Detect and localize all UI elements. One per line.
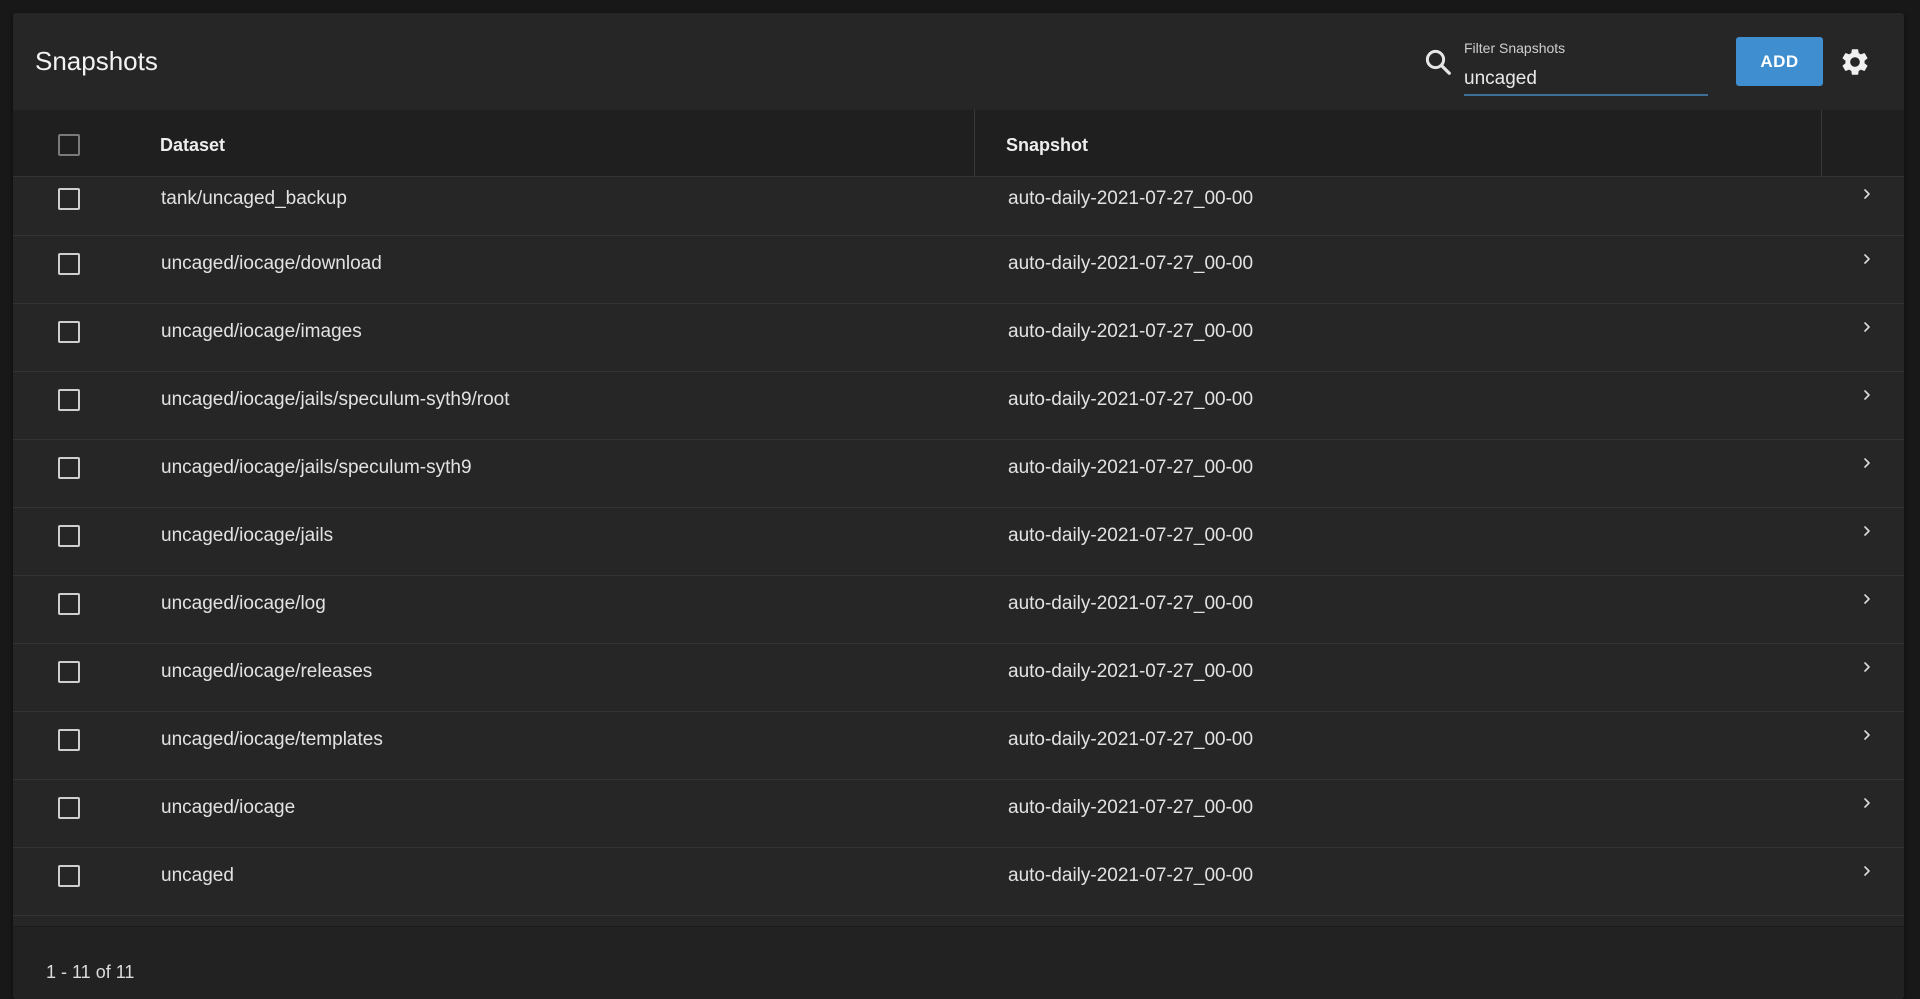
snapshot-cell: auto-daily-2021-07-27_00-00 [1008,865,1254,886]
page-title: Snapshots [35,46,158,76]
dataset-cell: uncaged/iocage/images [161,321,362,342]
dataset-cell: uncaged/iocage/jails/speculum-syth9 [161,457,472,478]
row-checkbox[interactable] [58,797,80,819]
table-row[interactable]: tank/uncaged_backup auto-daily-2021-07-27… [13,177,1904,236]
filter-label: Filter Snapshots [1464,40,1566,56]
chevron-right-icon[interactable] [1859,795,1875,811]
table-header: Dataset Snapshot [13,110,1904,177]
snapshot-cell: auto-daily-2021-07-27_00-00 [1008,389,1254,410]
chevron-right-icon[interactable] [1859,727,1875,743]
column-divider [1821,110,1822,176]
row-checkbox[interactable] [58,188,80,210]
row-checkbox[interactable] [58,321,80,343]
row-checkbox[interactable] [58,593,80,615]
filter-field: Filter Snapshots [1464,27,1708,96]
chevron-right-icon[interactable] [1859,186,1875,202]
row-checkbox[interactable] [58,253,80,275]
dataset-cell: uncaged/iocage/download [161,253,382,274]
row-checkbox[interactable] [58,729,80,751]
table-row[interactable]: uncaged/iocage/jails/speculum-syth9 auto-… [13,440,1904,508]
snapshot-cell: auto-daily-2021-07-27_00-00 [1008,797,1254,818]
row-checkbox[interactable] [58,457,80,479]
column-header-snapshot[interactable]: Snapshot [1006,135,1088,156]
snapshot-cell: auto-daily-2021-07-27_00-00 [1008,729,1254,750]
row-checkbox[interactable] [58,661,80,683]
dataset-cell: uncaged/iocage/jails [161,525,334,546]
select-all-checkbox[interactable] [58,134,80,156]
add-button[interactable]: ADD [1736,37,1823,86]
table-row[interactable]: uncaged/iocage/jails/speculum-syth9/root… [13,372,1904,440]
paginator-range: 1 - 11 of 11 [46,962,135,982]
gear-icon[interactable] [1839,46,1871,78]
dataset-cell: uncaged/iocage/log [161,593,326,614]
search-icon [1425,49,1451,75]
chevron-right-icon[interactable] [1859,523,1875,539]
dataset-cell: uncaged/iocage [161,797,296,818]
row-checkbox[interactable] [58,865,80,887]
chevron-right-icon[interactable] [1859,387,1875,403]
column-divider [974,110,975,176]
snapshot-cell: auto-daily-2021-07-27_00-00 [1008,661,1254,682]
snapshot-cell: auto-daily-2021-07-27_00-00 [1008,253,1254,274]
dataset-cell: uncaged/iocage/jails/speculum-syth9/root [161,389,510,410]
chevron-right-icon[interactable] [1859,659,1875,675]
table-row[interactable]: uncaged auto-daily-2021-07-27_00-00 [13,848,1904,916]
snapshot-cell: auto-daily-2021-07-27_00-00 [1008,457,1254,478]
table-row[interactable]: uncaged/iocage/images auto-daily-2021-07-… [13,304,1904,372]
dataset-cell: uncaged/iocage/templates [161,729,383,750]
snapshot-cell: auto-daily-2021-07-27_00-00 [1008,525,1254,546]
chevron-right-icon[interactable] [1859,251,1875,267]
table-body: tank/uncaged_backup auto-daily-2021-07-27… [13,177,1904,916]
dataset-cell: tank/uncaged_backup [161,188,347,209]
snapshots-card: Snapshots Filter Snapshots ADD Dataset S… [13,13,1904,999]
table-row[interactable]: uncaged/iocage/releases auto-daily-2021-0… [13,644,1904,712]
column-header-dataset[interactable]: Dataset [160,135,225,156]
filter-input[interactable] [1464,64,1708,96]
toolbar: Snapshots Filter Snapshots ADD [13,13,1904,110]
row-checkbox[interactable] [58,525,80,547]
chevron-right-icon[interactable] [1859,455,1875,471]
chevron-right-icon[interactable] [1859,591,1875,607]
snapshot-cell: auto-daily-2021-07-27_00-00 [1008,321,1254,342]
table-row[interactable]: uncaged/iocage/jails auto-daily-2021-07-2… [13,508,1904,576]
table-row[interactable]: uncaged/iocage/templates auto-daily-2021-… [13,712,1904,780]
snapshot-cell: auto-daily-2021-07-27_00-00 [1008,188,1254,209]
row-checkbox[interactable] [58,389,80,411]
dataset-cell: uncaged [161,865,234,886]
table-row[interactable]: uncaged/iocage/download auto-daily-2021-0… [13,236,1904,304]
table-footer: 1 - 11 of 11 [13,926,1904,999]
table-row[interactable]: uncaged/iocage auto-daily-2021-07-27_00-0… [13,780,1904,848]
snapshot-cell: auto-daily-2021-07-27_00-00 [1008,593,1254,614]
chevron-right-icon[interactable] [1859,319,1875,335]
chevron-right-icon[interactable] [1859,863,1875,879]
table-row[interactable]: uncaged/iocage/log auto-daily-2021-07-27_… [13,576,1904,644]
dataset-cell: uncaged/iocage/releases [161,661,373,682]
